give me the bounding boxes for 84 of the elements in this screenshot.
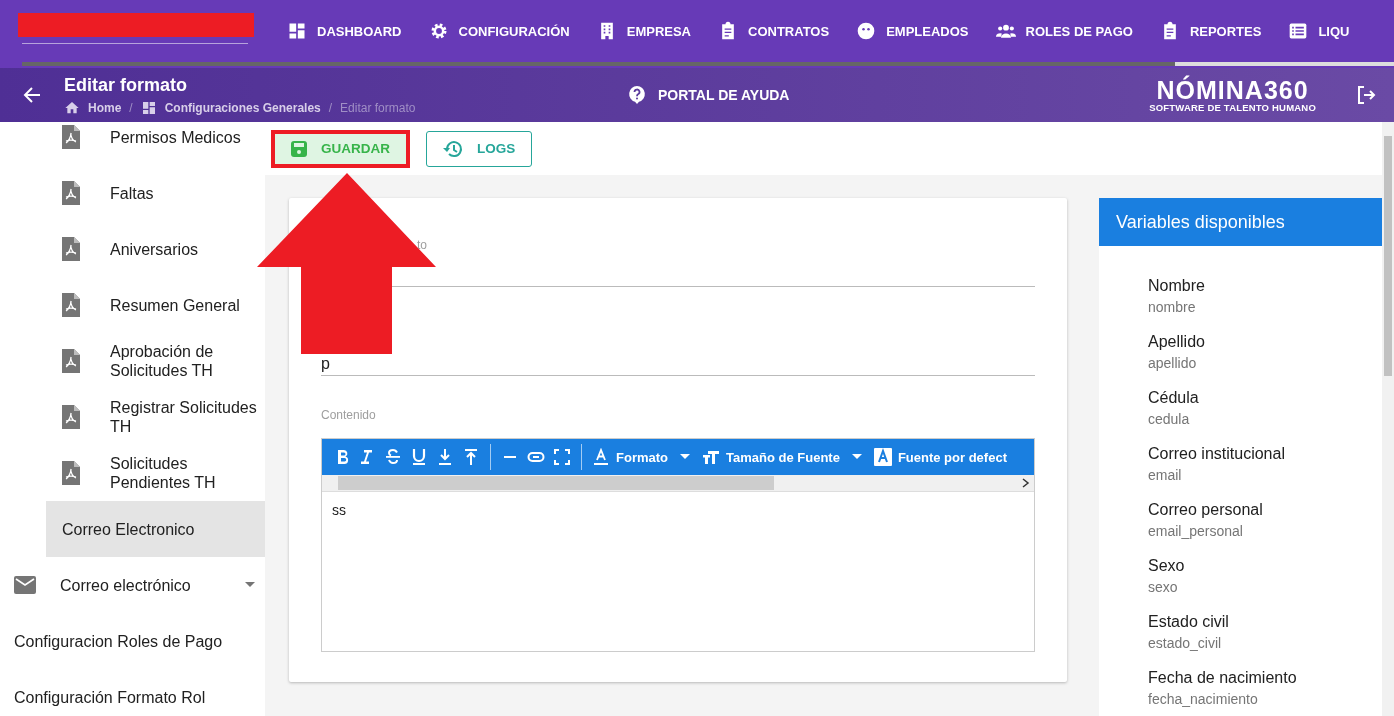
dashboard-icon — [287, 21, 307, 41]
sidebar-item[interactable]: Configuracion Roles de Pago — [0, 613, 265, 669]
sidebar-item[interactable]: Registrar Solicitudes TH — [0, 389, 265, 445]
underline-button[interactable] — [410, 448, 428, 466]
nav-tab[interactable]: ROLES DE PAGO — [995, 21, 1133, 41]
editor-text[interactable]: ss — [322, 492, 1034, 528]
align-top-button[interactable] — [462, 448, 480, 466]
breadcrumb-link[interactable]: Configuraciones Generales — [164, 100, 321, 115]
breadcrumb-current: Editar formato — [340, 100, 416, 115]
sidebar-item[interactable]: Resumen General — [0, 277, 265, 333]
font-size-icon — [702, 448, 720, 466]
logo: NÓMINA360 SOFTWARE DE TALENTO HUMANO — [1149, 77, 1316, 113]
help-icon — [628, 85, 646, 105]
pdf-file-icon — [62, 125, 80, 149]
toolbar-dropdown[interactable]: Tamaño de Fuente — [698, 448, 870, 466]
nav-tab[interactable]: EMPRESA — [596, 21, 691, 41]
sidebar-item[interactable]: Aniversarios — [0, 221, 265, 277]
variable-key: apellido — [1148, 352, 1382, 374]
pdf-file-icon — [62, 405, 80, 429]
back-arrow-icon[interactable] — [23, 86, 41, 104]
font-icon — [873, 448, 892, 466]
field-value[interactable]: p — [321, 356, 330, 372]
home-icon — [64, 99, 80, 116]
sidebar-item[interactable]: Faltas — [0, 165, 265, 221]
field-label: to — [417, 238, 427, 252]
field-label: Contenido — [321, 408, 377, 422]
nav-tab[interactable]: LIQU — [1288, 21, 1350, 41]
bold-button[interactable] — [336, 449, 350, 465]
dashboard-icon — [140, 99, 157, 116]
breadcrumb-separator: / — [328, 100, 333, 115]
sidebar-item[interactable]: Correo Electronico — [46, 501, 265, 557]
pdf-file-icon — [62, 349, 80, 373]
variable-key: email_personal — [1148, 520, 1382, 542]
caret-icon — [245, 582, 255, 588]
nav-tab[interactable]: EMPLEADOS — [856, 21, 969, 41]
variable-name: Nombre — [1148, 276, 1206, 296]
pdf-file-icon — [62, 293, 80, 317]
pdf-file-icon — [62, 461, 80, 485]
variable-key: cedula — [1148, 408, 1382, 430]
sidebar-item[interactable]: Correo electrónico — [0, 557, 265, 613]
sidebar-item[interactable]: Permisos Medicos — [0, 122, 265, 165]
variable-name: Cédula — [1148, 388, 1200, 408]
help-portal-link[interactable]: PORTAL DE AYUDA — [622, 84, 796, 106]
panel-title: Variables disponibles — [1116, 211, 1285, 233]
breadcrumb-link[interactable]: Home — [88, 100, 122, 115]
nav-tab[interactable]: CONTRATOS — [718, 21, 830, 41]
strike-button[interactable] — [384, 448, 402, 466]
breadcrumb-separator: / — [129, 100, 133, 115]
sidebar-item[interactable]: Aprobación de Solicitudes TH — [0, 333, 265, 389]
variable-name: Sexo — [1148, 556, 1186, 576]
variable-key: sexo — [1148, 576, 1382, 598]
caret-icon — [851, 454, 862, 460]
toolbar-dropdown[interactable]: Fuente por defect — [869, 448, 1015, 466]
variable-key: nombre — [1148, 296, 1382, 318]
variable-key: fecha_nacimiento — [1148, 688, 1382, 710]
text-color-icon — [592, 448, 610, 466]
variable-name: Correo personal — [1148, 500, 1264, 520]
mail-icon — [14, 576, 36, 594]
arrow-right-icon[interactable] — [1022, 478, 1030, 488]
nav-tab[interactable]: DASHBOARD — [287, 21, 402, 41]
logout-button[interactable] — [1356, 85, 1376, 105]
history-icon — [443, 139, 463, 158]
variable-name: Correo institucional — [1148, 444, 1286, 464]
save-icon — [291, 140, 307, 157]
sidebar-item[interactable]: Configuración Formato Rol — [0, 669, 265, 716]
list-icon — [1288, 21, 1309, 41]
pdf-file-icon — [62, 181, 80, 205]
page-title: Editar formato — [64, 74, 188, 96]
face-icon — [856, 21, 877, 41]
nav-tab[interactable]: REPORTES — [1159, 21, 1262, 41]
horizontal-scrollbar[interactable] — [322, 475, 1034, 492]
vertical-scrollbar[interactable] — [1382, 122, 1394, 716]
toolbar-dropdown[interactable]: Formato — [588, 448, 698, 466]
variable-name: Apellido — [1148, 332, 1206, 352]
variable-name: Fecha de nacimiento — [1148, 668, 1298, 688]
align-bottom-button[interactable] — [436, 448, 454, 466]
caret-icon — [680, 454, 690, 460]
pdf-file-icon — [62, 237, 80, 261]
variable-key: email — [1148, 464, 1382, 486]
variable-key: estado_civil — [1148, 632, 1382, 654]
nav-tab[interactable]: CONFIGURACIÓN — [428, 21, 570, 41]
sidebar-item[interactable]: Solicitudes Pendientes TH — [0, 445, 265, 501]
variable-name: Estado civil — [1148, 612, 1230, 632]
fullscreen-button[interactable] — [553, 448, 571, 466]
